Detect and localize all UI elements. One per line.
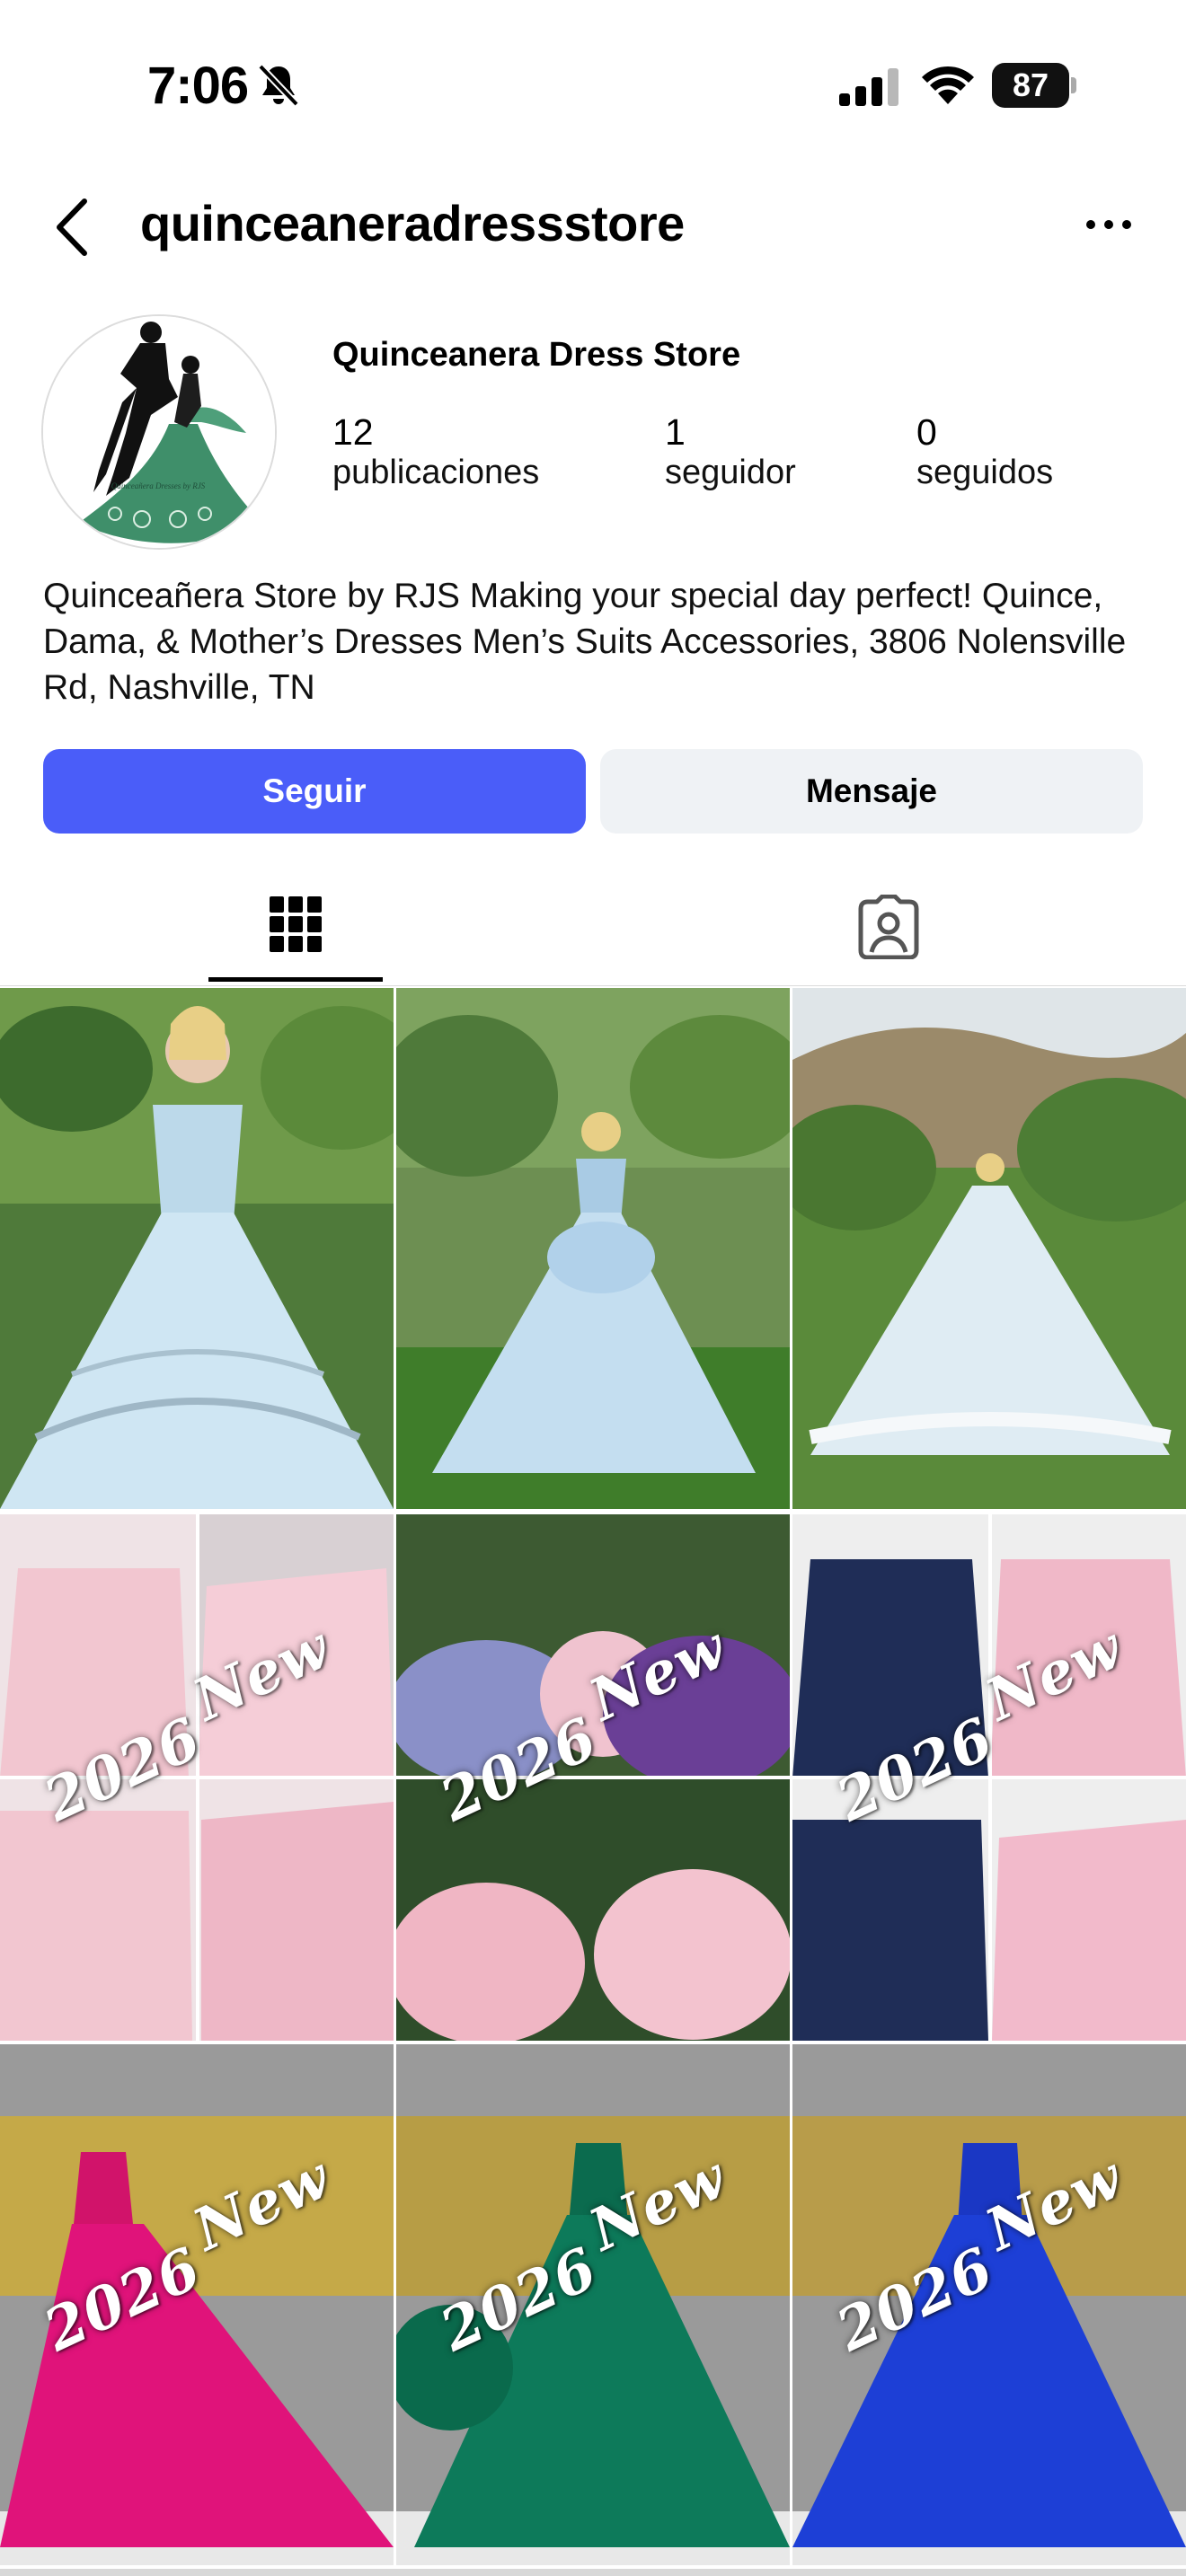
post-thumbnail[interactable]: 2026 New	[396, 2044, 790, 2565]
profile-bio: Quinceañera Store by RJS Making your spe…	[43, 577, 1127, 707]
tagged-person-icon[interactable]	[857, 895, 920, 959]
post-thumbnail[interactable]: 2026 New	[792, 2044, 1186, 2565]
message-button[interactable]: Mensaje	[600, 749, 1143, 834]
follow-button[interactable]: Seguir	[43, 749, 586, 834]
stat-value: 0	[916, 411, 937, 453]
bell-slash-icon	[258, 64, 299, 107]
post-image	[792, 988, 1186, 1509]
avatar[interactable]: Quinceañera Dresses by RJS	[41, 314, 277, 550]
grid-icon[interactable]	[270, 895, 322, 954]
posts-count-stat[interactable]: 12 publicaciones	[332, 411, 539, 492]
chevron-left-icon[interactable]	[52, 196, 93, 259]
next-row-peek	[0, 2569, 1186, 2576]
following-stat[interactable]: 0 seguidos	[916, 411, 1053, 492]
stat-label: seguidor	[665, 454, 796, 491]
battery-level: 87	[1012, 66, 1049, 103]
post-thumbnail[interactable]: 2026 New	[792, 1514, 1186, 2041]
stat-label: seguidos	[916, 454, 1054, 491]
post-image	[0, 988, 394, 1509]
post-thumbnail[interactable]: 2026 New	[0, 2044, 394, 2565]
profile-full-name: Quinceanera Dress Store	[332, 336, 741, 374]
more-horizontal-icon[interactable]	[1084, 216, 1134, 234]
post-thumbnail[interactable]	[792, 988, 1186, 1509]
stat-label: publicaciones	[332, 454, 540, 491]
post-thumbnail[interactable]	[396, 988, 790, 1509]
post-thumbnail[interactable]	[0, 988, 394, 1509]
post-image	[396, 988, 790, 1509]
profile-username: quinceaneradressstore	[140, 195, 685, 251]
cellular-signal-icon	[839, 68, 898, 106]
stat-value: 12	[332, 411, 374, 453]
active-tab-indicator	[208, 977, 383, 982]
post-thumbnail[interactable]: 2026 New	[396, 1514, 790, 2041]
stat-value: 1	[665, 411, 686, 453]
tabs-divider	[0, 985, 1186, 986]
wifi-icon	[922, 66, 974, 104]
status-time: 7:06	[147, 57, 249, 115]
logo-couple-dancing: Quinceañera Dresses by RJS	[43, 316, 275, 548]
post-thumbnail[interactable]: 2026 New	[0, 1514, 394, 2041]
avatar-caption: Quinceañera Dresses by RJS	[111, 481, 206, 490]
battery-icon: 87	[992, 63, 1078, 108]
followers-stat[interactable]: 1 seguidor	[665, 411, 796, 492]
